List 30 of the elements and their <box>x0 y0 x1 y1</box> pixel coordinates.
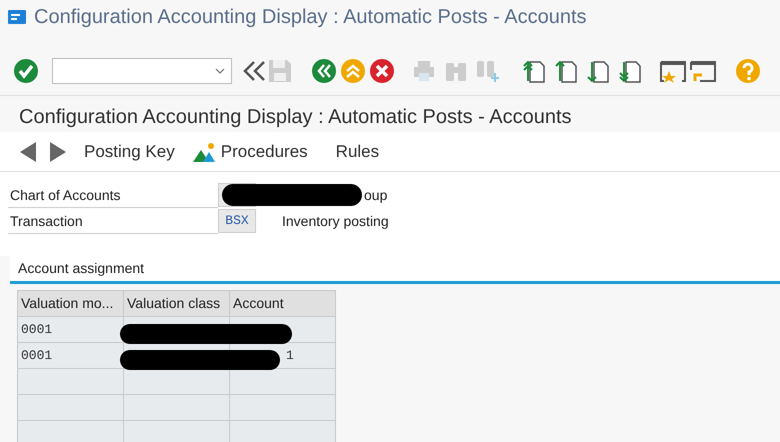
checkmark-icon[interactable] <box>14 58 38 82</box>
field-label: Chart of Accounts <box>8 182 218 208</box>
column-header: Valuation class <box>124 290 230 316</box>
field-description: Inventory posting <box>282 212 389 231</box>
column-header: Account <box>230 290 336 316</box>
toolbar-button[interactable]: Procedures <box>192 138 308 164</box>
previous-page-icon[interactable] <box>554 58 578 82</box>
back-arrow-icon[interactable] <box>20 142 36 162</box>
toolbar-button[interactable]: Rules <box>336 138 380 164</box>
group-title: Account assignment <box>10 256 780 284</box>
next-page-icon[interactable] <box>586 58 610 82</box>
dropdown-caret-icon[interactable] <box>215 68 225 74</box>
field-value: BSX <box>218 209 256 233</box>
field-label: Transaction <box>8 208 218 234</box>
cancel-icon[interactable] <box>370 58 394 82</box>
double-chevron-left-icon[interactable] <box>242 58 266 82</box>
last-page-icon[interactable] <box>618 58 642 82</box>
app-icon <box>8 10 26 24</box>
window-star-icon[interactable] <box>660 58 686 82</box>
mountain-icon <box>192 142 217 162</box>
window-arrow-icon[interactable] <box>690 58 716 82</box>
page-title: Configuration Accounting Display : Automatic Posts - Accounts <box>18 105 573 130</box>
toolbar-button[interactable]: Posting Key <box>84 138 175 164</box>
column-header: Valuation mo... <box>18 290 124 316</box>
command-field[interactable] <box>52 58 232 84</box>
back-icon[interactable] <box>312 58 336 82</box>
field-description: oup <box>364 186 388 205</box>
window-title: Configuration Accounting Display : Automatic Posts - Accounts <box>34 5 587 30</box>
first-page-icon[interactable] <box>522 58 546 82</box>
forward-arrow-icon[interactable] <box>50 142 66 162</box>
